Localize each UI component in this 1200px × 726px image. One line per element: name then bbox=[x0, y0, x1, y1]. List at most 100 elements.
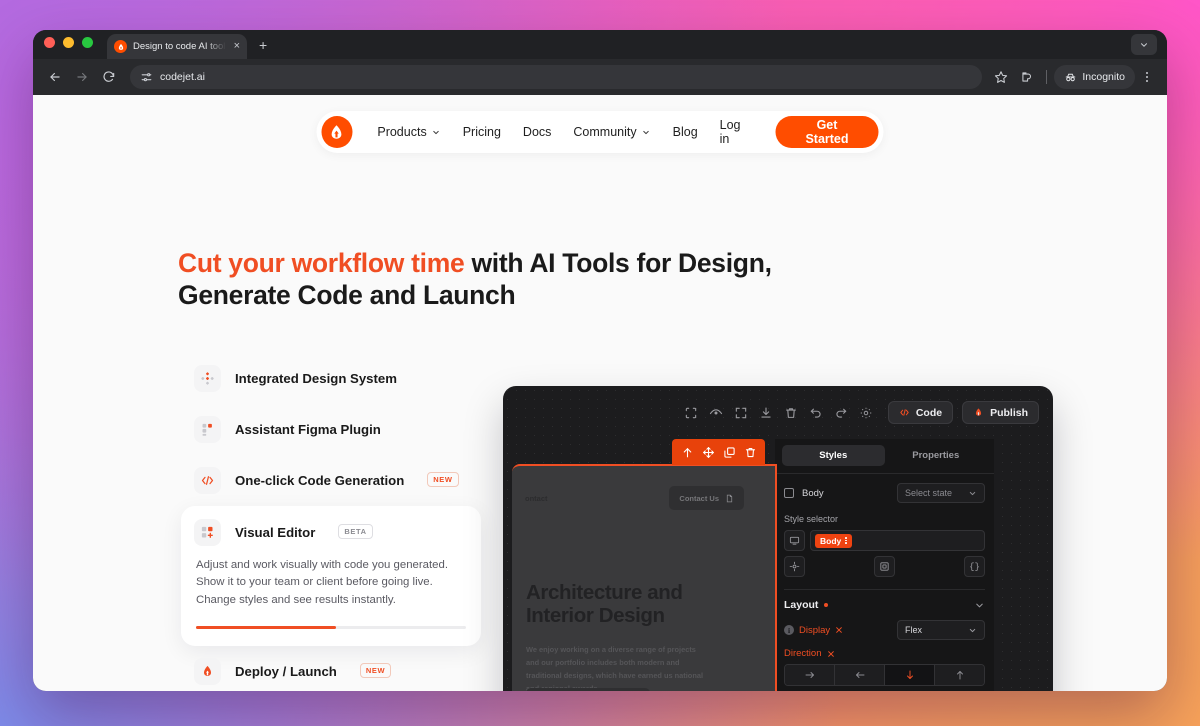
extensions-icon[interactable] bbox=[1015, 65, 1039, 89]
back-button[interactable] bbox=[43, 65, 67, 89]
browser-menu-icon[interactable] bbox=[1137, 72, 1157, 82]
status-badge: NEW bbox=[427, 472, 459, 487]
editor-body: ontact Contact Us Architecture and Inter… bbox=[503, 439, 1053, 691]
incognito-label: Incognito bbox=[1082, 71, 1125, 83]
close-tab-button[interactable]: × bbox=[232, 41, 240, 52]
undo-icon[interactable] bbox=[804, 400, 829, 425]
feature-label: Assistant Figma Plugin bbox=[235, 422, 381, 437]
feature-item-assistant-figma-plugin[interactable]: Assistant Figma Plugin bbox=[181, 406, 481, 453]
canvas-hero-heading: Architecture and Interior Design bbox=[526, 581, 683, 628]
browser-window: Design to code AI tools - Cod × + codeje… bbox=[33, 30, 1167, 691]
move-icon[interactable] bbox=[699, 442, 717, 462]
tab-search-button[interactable] bbox=[1131, 34, 1157, 55]
frame-select-icon[interactable] bbox=[679, 400, 704, 425]
layout-section-header[interactable]: Layout bbox=[784, 590, 985, 615]
rocket-logo-icon bbox=[194, 657, 221, 685]
settings-gear-icon[interactable] bbox=[854, 400, 879, 425]
new-tab-button[interactable]: + bbox=[259, 38, 267, 59]
incognito-indicator[interactable]: Incognito bbox=[1054, 65, 1135, 89]
display-property-row: i Display Flex bbox=[784, 620, 985, 640]
trash-icon[interactable] bbox=[779, 400, 804, 425]
web-page: Products Pricing Docs Community Blog Log… bbox=[33, 95, 1167, 691]
feature-description: Adjust and work visually with code you g… bbox=[196, 559, 449, 606]
canvas-frame[interactable]: ontact Contact Us Architecture and Inter… bbox=[512, 464, 777, 691]
direction-label: Direction bbox=[784, 648, 822, 659]
arrow-up-icon[interactable] bbox=[678, 442, 696, 462]
chip-menu-icon[interactable] bbox=[845, 537, 847, 544]
style-selector-row: Body bbox=[784, 530, 985, 551]
selector-input[interactable]: Body bbox=[810, 530, 985, 551]
nav-item-community[interactable]: Community bbox=[562, 116, 661, 148]
direction-segmented-control bbox=[784, 664, 985, 686]
feature-item-integrated-design-system[interactable]: Integrated Design System bbox=[181, 355, 481, 402]
close-window-button[interactable] bbox=[44, 36, 55, 48]
feature-item-one-click-code-generation[interactable]: One-click Code Generation NEW bbox=[181, 457, 481, 504]
layout-section-title: Layout bbox=[784, 599, 819, 611]
canvas-hero-paragraph: We enjoy working on a diverse range of p… bbox=[526, 645, 704, 691]
style-tools-row: {} bbox=[784, 556, 985, 577]
code-brackets-icon bbox=[900, 409, 909, 416]
tab-title: Design to code AI tools - Cod bbox=[133, 41, 226, 52]
box-model-icon[interactable] bbox=[874, 556, 895, 577]
nav-label: Log in bbox=[719, 118, 741, 146]
display-select[interactable]: Flex bbox=[897, 620, 985, 640]
delete-icon[interactable] bbox=[741, 442, 759, 462]
fullscreen-icon[interactable] bbox=[729, 400, 754, 425]
maximize-window-button[interactable] bbox=[82, 36, 93, 48]
clear-display-icon bbox=[836, 627, 842, 633]
document-icon bbox=[726, 494, 733, 502]
duplicate-icon[interactable] bbox=[720, 442, 738, 462]
get-started-button[interactable]: Get Started bbox=[775, 116, 879, 148]
browser-tab[interactable]: Design to code AI tools - Cod × bbox=[107, 34, 247, 59]
publish-button[interactable]: Publish bbox=[962, 401, 1039, 424]
nav-item-products[interactable]: Products bbox=[366, 116, 451, 148]
nav-item-blog[interactable]: Blog bbox=[662, 116, 709, 148]
selector-chip[interactable]: Body bbox=[815, 533, 852, 548]
bookmark-star-icon[interactable] bbox=[989, 65, 1013, 89]
state-select[interactable]: Select state bbox=[897, 483, 985, 503]
code-button[interactable]: Code bbox=[887, 401, 954, 424]
breakpoint-desktop-icon[interactable] bbox=[784, 530, 805, 551]
nav-item-pricing[interactable]: Pricing bbox=[452, 116, 512, 148]
site-settings-icon[interactable] bbox=[140, 71, 153, 84]
toolbar-divider bbox=[1046, 70, 1048, 84]
tab-properties[interactable]: Properties bbox=[885, 445, 988, 466]
direction-option-row[interactable] bbox=[785, 665, 835, 685]
style-selector-label: Style selector bbox=[784, 514, 839, 524]
canvas-contact-button[interactable]: Contact Us bbox=[669, 486, 744, 510]
inspector-content: Body Select state Style selector Body {}… bbox=[775, 474, 994, 691]
canvas-menu-item[interactable]: ontact bbox=[525, 494, 548, 503]
canvas-contact-label: Contact Us bbox=[679, 493, 719, 503]
feature-item-deploy-launch[interactable]: Deploy / Launch NEW bbox=[181, 648, 481, 691]
forward-button[interactable] bbox=[70, 65, 94, 89]
nav-item-login[interactable]: Log in bbox=[709, 116, 764, 148]
redo-icon[interactable] bbox=[829, 400, 854, 425]
feature-card-visual-editor[interactable]: Visual Editor BETA Adjust and work visua… bbox=[181, 506, 481, 646]
nav-item-docs[interactable]: Docs bbox=[512, 116, 562, 148]
direction-option-row-reverse[interactable] bbox=[835, 665, 885, 685]
chevron-down-icon bbox=[969, 491, 976, 495]
nav-label: Blog bbox=[672, 125, 698, 139]
url-text: codejet.ai bbox=[160, 71, 205, 83]
direction-option-column[interactable] bbox=[885, 665, 935, 685]
chevron-down-icon bbox=[976, 603, 983, 607]
preview-eye-icon[interactable] bbox=[704, 400, 729, 425]
address-bar[interactable]: codejet.ai bbox=[130, 65, 983, 89]
info-icon[interactable]: i bbox=[784, 625, 794, 635]
status-badge: NEW bbox=[359, 662, 392, 678]
editor-canvas: ontact Contact Us Architecture and Inter… bbox=[503, 439, 777, 691]
element-checkbox[interactable] bbox=[784, 488, 794, 498]
canvas-hero-button[interactable]: Get started with first call bbox=[526, 688, 651, 691]
target-icon[interactable] bbox=[784, 556, 805, 577]
minimize-window-button[interactable] bbox=[63, 36, 74, 48]
custom-code-icon[interactable]: {} bbox=[964, 556, 985, 577]
browser-toolbar: codejet.ai Incognito bbox=[33, 59, 1167, 95]
tab-styles[interactable]: Styles bbox=[782, 445, 885, 466]
feature-label: Visual Editor bbox=[235, 525, 316, 540]
status-badge: BETA bbox=[338, 524, 373, 539]
inspector-tabs: Styles Properties bbox=[775, 439, 994, 466]
codejet-logo-icon[interactable] bbox=[321, 116, 353, 148]
reload-button[interactable] bbox=[97, 65, 121, 89]
download-icon[interactable] bbox=[754, 400, 779, 425]
direction-option-column-reverse[interactable] bbox=[935, 665, 984, 685]
